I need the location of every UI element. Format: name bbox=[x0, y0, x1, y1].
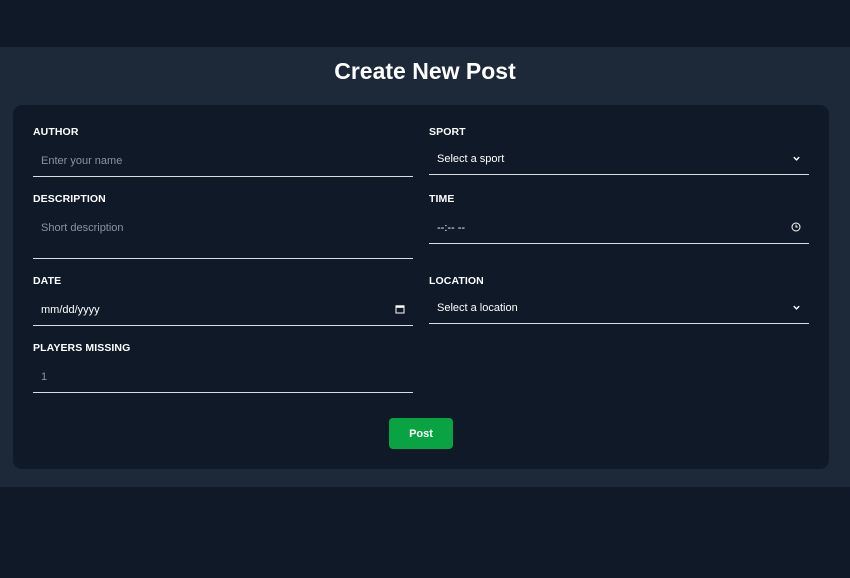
time-input[interactable]: --:-- -- bbox=[429, 211, 809, 244]
author-input[interactable]: Enter your name bbox=[33, 144, 413, 177]
author-field: AUTHOR Enter your name bbox=[33, 126, 413, 178]
clock-icon bbox=[791, 222, 801, 235]
description-textarea[interactable]: Short description bbox=[33, 211, 413, 259]
chevron-down-icon bbox=[792, 154, 801, 166]
author-label: AUTHOR bbox=[33, 126, 79, 138]
sport-label: SPORT bbox=[429, 126, 466, 138]
location-label: LOCATION bbox=[429, 275, 484, 287]
location-select[interactable]: Select a location bbox=[429, 293, 809, 324]
sport-select[interactable]: Select a sport bbox=[429, 144, 809, 175]
time-value: --:-- -- bbox=[437, 222, 466, 234]
location-field: LOCATION Select a location bbox=[429, 275, 809, 325]
post-form-card: AUTHOR Enter your name SPORT Select a sp… bbox=[13, 105, 829, 469]
date-label: DATE bbox=[33, 275, 62, 287]
calendar-icon bbox=[395, 304, 405, 317]
sport-selected-value: Select a sport bbox=[437, 153, 505, 165]
description-placeholder: Short description bbox=[41, 222, 124, 234]
time-field: TIME --:-- -- bbox=[429, 193, 809, 245]
date-value: mm/dd/yyyy bbox=[41, 304, 100, 316]
players-missing-placeholder: 1 bbox=[41, 371, 48, 383]
date-input[interactable]: mm/dd/yyyy bbox=[33, 293, 413, 326]
players-missing-field: PLAYERS MISSING 1 bbox=[33, 342, 413, 394]
description-label: DESCRIPTION bbox=[33, 193, 106, 205]
location-selected-value: Select a location bbox=[437, 302, 518, 314]
sport-field: SPORT Select a sport bbox=[429, 126, 809, 176]
players-missing-label: PLAYERS MISSING bbox=[33, 342, 131, 354]
players-missing-input[interactable]: 1 bbox=[33, 360, 413, 393]
chevron-down-icon bbox=[792, 303, 801, 315]
author-placeholder: Enter your name bbox=[41, 155, 123, 167]
post-button[interactable]: Post bbox=[389, 418, 453, 449]
date-field: DATE mm/dd/yyyy bbox=[33, 275, 413, 327]
description-field: DESCRIPTION Short description bbox=[33, 193, 413, 261]
time-label: TIME bbox=[429, 193, 455, 205]
page-title: Create New Post bbox=[334, 58, 516, 84]
